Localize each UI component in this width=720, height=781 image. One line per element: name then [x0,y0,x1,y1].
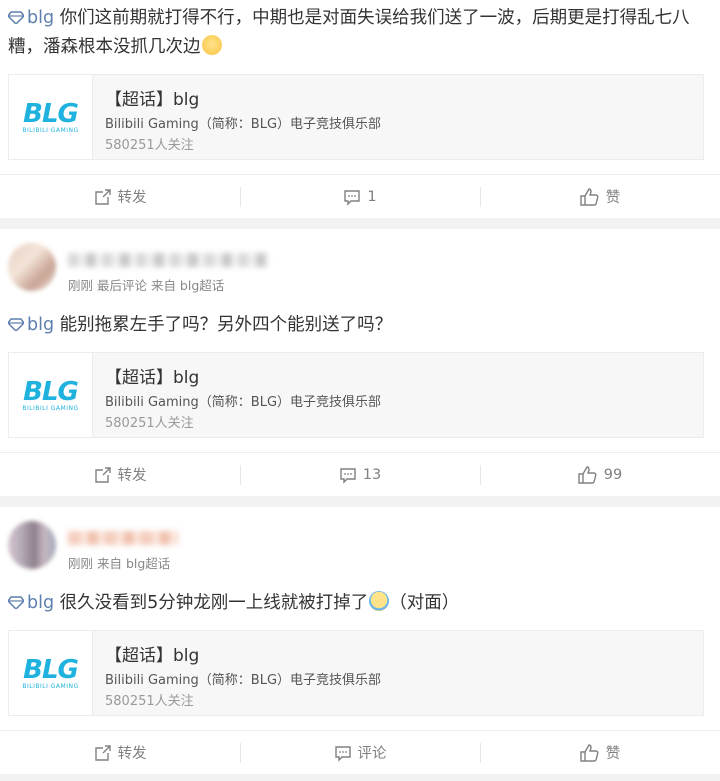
blg-logo: BLG BILIBILI GAMING [9,631,93,715]
supertopic-link[interactable]: blg [8,593,54,613]
avatar[interactable] [8,243,56,291]
embed-fans-count: 580251人关注 [105,138,194,153]
post-meta: 刚刚 最后评论 来自 blg超话 [68,278,225,293]
username-blurred[interactable] [68,253,268,267]
repost-icon [94,188,111,205]
supertopic-diamond-icon [8,11,24,24]
supertopic-diamond-icon [8,596,24,609]
repost-button[interactable]: 转发 [0,742,240,764]
weibo-feed: blg 你们这前期就打得不行，中期也是对面失误给我们送了一波，后期更是打得乱七八… [0,0,720,774]
blg-logo: BLG BILIBILI GAMING [9,75,93,159]
thumbs-up-icon [578,465,597,484]
post-actions: 转发 评论 赞 [0,730,720,774]
repost-icon [94,744,111,761]
laugh-cry-emoji-icon [369,591,390,611]
comment-button[interactable]: 1 [240,186,480,208]
post-body-suffix: （对面） [389,593,460,613]
supertopic-link[interactable]: blg [8,315,54,335]
post-text: blg 能别拖累左手了吗？另外四个能别送了吗？ [0,303,720,340]
comment-icon [334,745,351,762]
post-body: 能别拖累左手了吗？另外四个能别送了吗？ [59,315,393,335]
embed-desc: Bilibili Gaming（简称：BLG）电子竞技俱乐部 [105,673,382,688]
post-actions: 转发 13 99 [0,452,720,496]
username-blurred[interactable] [68,531,178,545]
supertopic-embed-card[interactable]: BLG BILIBILI GAMING 【超话】blg Bilibili Gam… [8,74,704,160]
comment-icon [340,467,356,484]
embed-title: 【超话】blg [105,646,200,666]
repost-icon [94,466,111,483]
embed-title: 【超话】blg [105,90,200,110]
supertopic-link[interactable]: blg [8,8,54,28]
embed-title: 【超话】blg [105,368,200,388]
avatar[interactable] [8,521,56,569]
post-card: 刚刚 来自 blg超话 blg 很久没看到5分钟龙刚一上线就被打掉了 （对面） B… [0,507,720,774]
embed-desc: Bilibili Gaming（简称：BLG）电子竞技俱乐部 [105,117,382,132]
repost-button[interactable]: 转发 [0,464,240,486]
like-button[interactable]: 赞 [480,742,720,764]
blg-logo: BLG BILIBILI GAMING [9,353,93,437]
supertopic-embed-card[interactable]: BLG BILIBILI GAMING 【超话】blg Bilibili Gam… [8,630,704,716]
repost-button[interactable]: 转发 [0,186,240,208]
supertopic-embed-card[interactable]: BLG BILIBILI GAMING 【超话】blg Bilibili Gam… [8,352,704,438]
post-meta: 刚刚 来自 blg超话 [68,556,171,571]
embed-fans-count: 580251人关注 [105,416,194,431]
separator [0,218,720,229]
smile-emoji-icon [201,35,222,55]
post-header: 刚刚 最后评论 来自 blg超话 [0,229,720,303]
comment-button[interactable]: 13 [240,464,480,486]
like-button[interactable]: 99 [480,464,720,486]
post-card: 刚刚 最后评论 来自 blg超话 blg 能别拖累左手了吗？另外四个能别送了吗？… [0,229,720,496]
post-text: blg 很久没看到5分钟龙刚一上线就被打掉了 （对面） [0,581,720,618]
post-body: 很久没看到5分钟龙刚一上线就被打掉了 [59,593,369,613]
supertopic-diamond-icon [8,318,24,331]
thumbs-up-icon [580,187,599,206]
post-actions: 转发 1 赞 [0,174,720,218]
post-card: blg 你们这前期就打得不行，中期也是对面失误给我们送了一波，后期更是打得乱七八… [0,0,720,218]
comment-button[interactable]: 评论 [240,742,480,764]
post-header: 刚刚 来自 blg超话 [0,507,720,581]
embed-desc: Bilibili Gaming（简称：BLG）电子竞技俱乐部 [105,395,382,410]
like-button[interactable]: 赞 [480,186,720,208]
embed-fans-count: 580251人关注 [105,694,194,709]
thumbs-up-icon [580,743,599,762]
post-body: 你们这前期就打得不行，中期也是对面失误给我们送了一波，后期更是打得乱七八糟，潘森… [8,8,690,57]
post-text: blg 你们这前期就打得不行，中期也是对面失误给我们送了一波，后期更是打得乱七八… [0,0,720,62]
comment-icon [344,189,361,206]
separator [0,496,720,507]
